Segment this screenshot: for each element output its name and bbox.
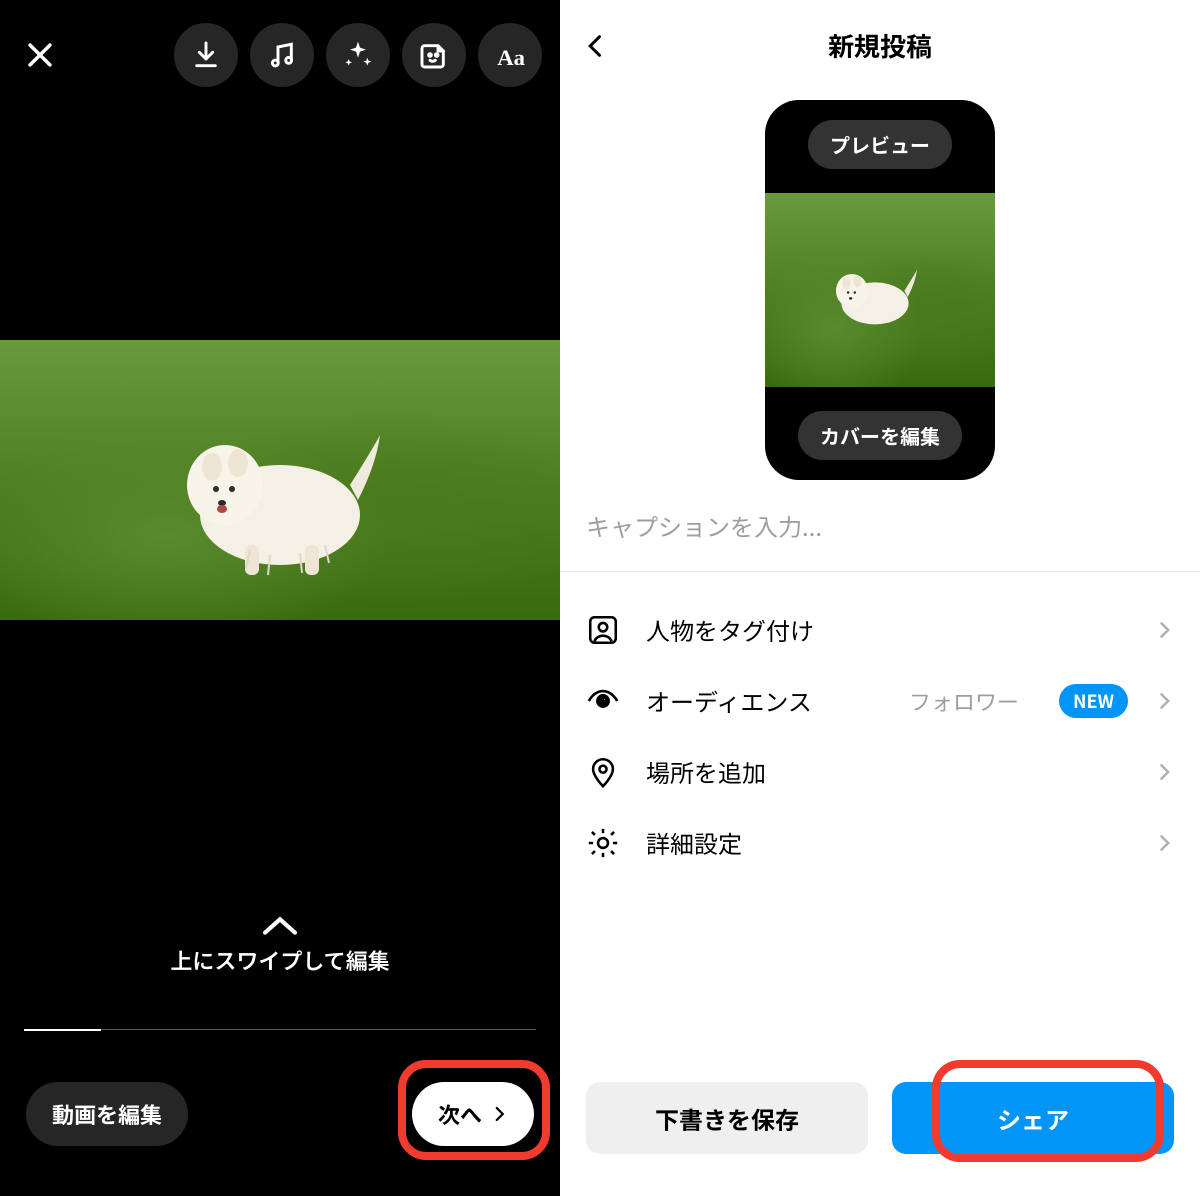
photo-dog-in-grass [0,340,560,620]
gear-icon [586,826,620,860]
new-post-bottom-bar: 下書きを保存 シェア [560,1082,1200,1154]
editor-bottom-bar: 動画を編集 次へ [0,1082,560,1146]
text-icon: Aa [493,38,527,72]
download-button[interactable] [174,23,238,87]
sparkle-icon [342,39,374,71]
advanced-settings-row[interactable]: 詳細設定 [560,807,1200,878]
chevron-right-icon [490,1105,508,1123]
sticker-icon [418,39,450,71]
svg-text:Aa: Aa [497,45,525,70]
chevron-right-icon [1154,833,1174,853]
close-icon [23,38,57,72]
post-options-list: 人物をタグ付け オーディエンス フォロワー NEW 場所を追加 詳細設定 [560,594,1200,878]
person-tag-icon [586,613,620,647]
media-preview[interactable] [0,340,560,620]
music-button[interactable] [250,23,314,87]
audience-row[interactable]: オーディエンス フォロワー NEW [560,665,1200,736]
edit-cover-pill[interactable]: カバーを編集 [798,411,962,460]
post-thumbnail[interactable] [765,193,995,387]
add-location-label: 場所を追加 [646,754,1128,789]
edit-video-button[interactable]: 動画を編集 [26,1082,188,1146]
audience-label: オーディエンス [646,683,883,718]
next-button[interactable]: 次へ [412,1082,534,1146]
eye-icon [586,684,620,718]
save-draft-button[interactable]: 下書きを保存 [586,1082,868,1154]
music-icon [266,39,298,71]
edit-cover-label: カバーを編集 [820,421,940,450]
page-title: 新規投稿 [828,27,932,64]
download-icon [190,39,222,71]
back-button[interactable] [574,24,618,68]
audience-value: フォロワー [909,685,1019,717]
swipe-up-hint: 上にスワイプして編集 [0,914,560,976]
new-post-topbar: 新規投稿 [560,0,1200,90]
preview-pill-label: プレビュー [830,130,930,159]
new-badge: NEW [1059,684,1128,718]
chevron-right-icon [1154,691,1174,711]
new-post-screen: 新規投稿 プレビュー [560,0,1200,1196]
advanced-settings-label: 詳細設定 [646,825,1128,860]
location-icon [586,755,620,789]
effects-button[interactable] [326,23,390,87]
tag-people-label: 人物をタグ付け [646,612,1128,647]
editor-screen: Aa [0,0,560,1196]
caption-input[interactable]: キャプションを入力... [560,480,1200,572]
next-label: 次へ [438,1098,482,1130]
tag-people-row[interactable]: 人物をタグ付け [560,594,1200,665]
preview-pill[interactable]: プレビュー [808,120,952,169]
chevron-up-icon [260,914,300,938]
edit-video-label: 動画を編集 [52,1098,162,1130]
caption-placeholder: キャプションを入力... [586,508,822,543]
editor-toolbar: Aa [0,0,560,110]
text-button[interactable]: Aa [478,23,542,87]
chevron-right-icon [1154,620,1174,640]
share-label: シェア [997,1101,1069,1136]
swipe-up-label: 上にスワイプして編集 [170,944,389,976]
post-preview-card: プレビュー カバーを編集 [765,100,995,480]
add-location-row[interactable]: 場所を追加 [560,736,1200,807]
video-progress[interactable] [24,1029,536,1030]
chevron-right-icon [1154,762,1174,782]
close-button[interactable] [18,33,62,77]
photo-dog-in-grass-small [765,193,995,387]
save-draft-label: 下書きを保存 [655,1101,799,1136]
chevron-left-icon [582,32,610,60]
share-button[interactable]: シェア [892,1082,1174,1154]
sticker-button[interactable] [402,23,466,87]
